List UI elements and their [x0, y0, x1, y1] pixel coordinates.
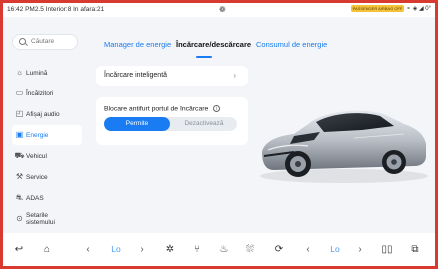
adas-icon: ⛐ — [16, 192, 23, 202]
sidebar-item-label: Încălzitori — [26, 89, 54, 97]
port-lock-segmented-control: Permite Dezactivează — [104, 117, 237, 131]
seat-heat-icon[interactable]: ⑂ — [189, 241, 205, 257]
sidebar: Căutare ☼ Lumină ▭ Încălzitori ◰ Afișaj … — [12, 20, 82, 232]
sidebar-item-label: Vehicul — [26, 152, 47, 160]
car-icon: ⛟ — [14, 150, 25, 160]
climate-seat-icon[interactable]: ♨ — [215, 241, 233, 257]
smart-charging-label: Încărcare inteligentă — [104, 72, 168, 79]
split-screen-icon[interactable]: ⧉ — [407, 241, 423, 257]
air-circulation-icon[interactable]: ⟳ — [269, 241, 289, 257]
right-temp-increase-icon[interactable]: › — [355, 241, 365, 257]
smart-charging-row[interactable]: Încărcare inteligentă › — [96, 66, 248, 86]
sidebar-item-service[interactable]: ⚒ Service — [12, 167, 82, 187]
notification-icon[interactable]: ❁ — [219, 5, 226, 14]
sidebar-item-audio-display[interactable]: ◰ Afișaj audio — [12, 104, 82, 124]
sidebar-item-heaters[interactable]: ▭ Încălzitori — [12, 83, 82, 103]
right-temp-value[interactable]: Lo — [326, 241, 344, 257]
settings-icon: ⊙ — [16, 214, 23, 223]
search-placeholder: Căutare — [31, 38, 55, 45]
disable-option[interactable]: Dezactivează — [171, 117, 237, 131]
status-right: PASSENGER AIRBAG OFF ⚬ ◈ ◢ 0° — [350, 5, 431, 13]
sidebar-item-label: Service — [26, 173, 48, 181]
display-icon: ◰ — [15, 109, 24, 118]
wrench-icon: ⚒ — [15, 172, 24, 181]
tab-charge-discharge[interactable]: Încărcare/descărcare — [176, 40, 251, 49]
tab-energy-consumption[interactable]: Consumul de energie — [256, 40, 327, 49]
search-input[interactable]: Căutare — [12, 34, 78, 50]
right-temp-decrease-icon[interactable]: ‹ — [303, 241, 313, 257]
sun-icon: ☼ — [15, 68, 24, 77]
back-icon[interactable]: ↩ — [11, 241, 27, 257]
sidebar-item-adas[interactable]: ⛐ ADAS — [12, 188, 82, 208]
battery-icon: ▣ — [15, 130, 24, 139]
tab-energy-manager[interactable]: Manager de energie — [104, 40, 171, 49]
port-lock-title-row: Blocare antifurt portul de încărcare i — [104, 105, 221, 113]
sidebar-item-label: Energie — [26, 131, 49, 139]
info-icon[interactable]: i — [213, 105, 221, 112]
passenger-airbag-badge: PASSENGER AIRBAG OFF — [350, 5, 405, 12]
allow-option[interactable]: Permite — [104, 117, 170, 131]
sidebar-item-energy[interactable]: ▣ Energie — [12, 125, 82, 145]
sidebar-item-label: Setarile sistemului — [26, 212, 55, 226]
search-icon — [19, 38, 26, 45]
chevron-right-icon: › — [233, 71, 236, 80]
multitask-icon[interactable]: ▯▯ — [379, 241, 395, 257]
status-icons: ⚬ ◈ ◢ 0° — [406, 6, 431, 13]
left-temp-increase-icon[interactable]: › — [137, 241, 147, 257]
port-lock-title: Blocare antifurt portul de încărcare — [104, 105, 209, 113]
sidebar-item-system-settings[interactable]: ⊙ Setarile sistemului — [12, 209, 82, 229]
home-icon[interactable]: ⌂ — [39, 241, 55, 257]
vehicle-image — [260, 110, 428, 183]
left-temp-value[interactable]: Lo — [107, 241, 125, 257]
left-temp-decrease-icon[interactable]: ‹ — [83, 241, 93, 257]
status-text: 16:42 PM2.5 Interior:8 In afara:21 — [7, 6, 105, 13]
sidebar-item-label: Lumină — [26, 69, 48, 77]
sidebar-item-vehicle[interactable]: ⛟ Vehicul — [12, 146, 82, 166]
active-tab-indicator — [196, 56, 212, 58]
defrost-icon[interactable]: ⛆ — [241, 241, 259, 257]
sidebar-item-label: Afișaj audio — [26, 110, 60, 118]
fan-icon[interactable]: ✲ — [162, 241, 178, 257]
status-bar: 16:42 PM2.5 Interior:8 In afara:21 ❁ PAS… — [3, 3, 435, 17]
port-lock-card: Blocare antifurt portul de încărcare i P… — [96, 97, 248, 145]
sidebar-item-light[interactable]: ☼ Lumină — [12, 63, 82, 83]
heater-icon: ▭ — [15, 88, 24, 97]
bottom-navigation-bar: ↩ ⌂ ‹ Lo › ✲ ⑂ ♨ ⛆ ⟳ ‹ Lo › ▯▯ ⧉ — [3, 233, 435, 266]
sidebar-item-label: ADAS — [26, 194, 44, 202]
